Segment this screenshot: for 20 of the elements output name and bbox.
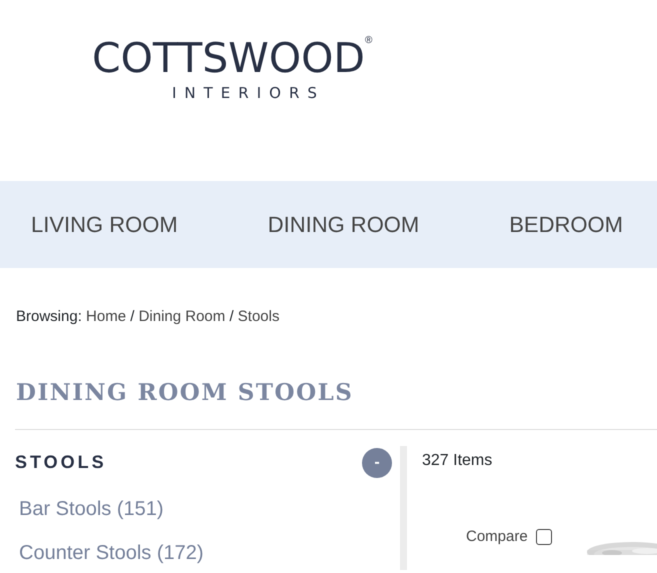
page-title: DINING ROOM STOOLS [16,378,354,408]
breadcrumb-link[interactable]: Home [86,308,126,325]
category-link[interactable]: Bar Stools (151) [19,494,164,524]
category-link[interactable]: Counter Stools (172) [19,538,204,568]
section-title: STOOLS [15,451,107,474]
breadcrumb-link[interactable]: Dining Room [138,308,226,325]
breadcrumb-separator: / [229,308,234,325]
breadcrumb-separator: / [130,308,134,325]
logo-wordmark: COTTSWOOD [92,36,365,80]
breadcrumb-link[interactable]: Stools [238,308,280,325]
breadcrumb-label: Browsing: [16,308,82,325]
compare-checkbox[interactable] [536,528,552,545]
nav-link[interactable]: BEDROOM [509,208,623,241]
logo-tagline: INTERIORS [172,83,325,104]
item-count: 327 Items [422,450,494,470]
collapse-toggle[interactable]: - [362,448,392,478]
nav-link[interactable]: DINING ROOM [268,208,420,241]
compare-label: Compare [466,526,528,546]
nav-link[interactable]: LIVING ROOM [31,208,178,241]
registered-mark: ® [364,36,372,48]
